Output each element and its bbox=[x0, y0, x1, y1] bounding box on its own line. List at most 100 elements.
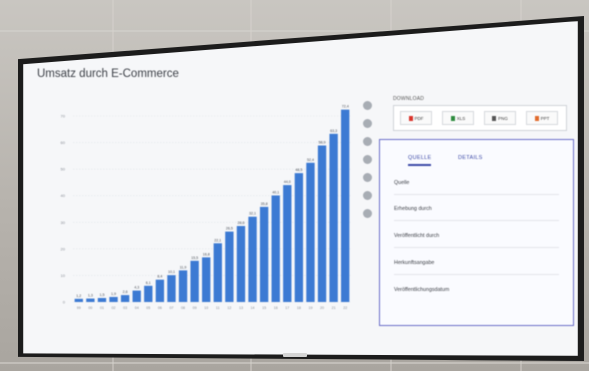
bar bbox=[225, 231, 234, 302]
x-tick-label: 06 bbox=[158, 306, 162, 310]
x-tick-label: 20 bbox=[320, 306, 324, 310]
download-pdf-button[interactable]: PDF bbox=[400, 111, 432, 125]
field-veroeffentlicht-durch: Veröffentlicht durch bbox=[394, 233, 440, 239]
bell-icon[interactable] bbox=[363, 101, 372, 110]
data-label: 8,4 bbox=[157, 275, 162, 279]
data-label: 1,9 bbox=[111, 292, 116, 296]
x-tick-label: 18 bbox=[297, 306, 301, 310]
tv-brand-logo bbox=[283, 353, 307, 357]
y-tick-label: 0 bbox=[63, 300, 66, 305]
divider bbox=[394, 220, 559, 221]
tab-quelle[interactable]: QUELLE bbox=[408, 155, 432, 161]
divider bbox=[394, 274, 559, 275]
bar bbox=[271, 195, 280, 302]
xls-icon bbox=[450, 115, 455, 121]
bar bbox=[97, 298, 107, 302]
download-label: DOWNLOAD bbox=[393, 96, 425, 102]
data-label: 48,5 bbox=[295, 168, 302, 172]
download-ppt-button[interactable]: PPT bbox=[526, 111, 558, 125]
bar bbox=[155, 279, 165, 302]
bar bbox=[202, 257, 211, 302]
bar bbox=[306, 162, 315, 302]
x-tick-label: 22 bbox=[343, 306, 347, 310]
x-tick-label: 11 bbox=[216, 306, 220, 310]
x-tick-label: 04 bbox=[135, 306, 139, 310]
ppt-icon bbox=[534, 115, 539, 121]
bar bbox=[317, 145, 327, 302]
data-label: 44,0 bbox=[284, 180, 291, 184]
bar bbox=[74, 298, 83, 302]
data-label: 35,8 bbox=[261, 202, 268, 206]
download-box: PDF XLS PNG PPT bbox=[393, 105, 567, 131]
divider bbox=[394, 194, 559, 195]
bar bbox=[178, 270, 188, 302]
download-png-button[interactable]: PNG bbox=[484, 111, 516, 125]
y-tick-label: 40 bbox=[61, 193, 66, 198]
data-label: 22,1 bbox=[214, 238, 221, 242]
y-tick-label: 10 bbox=[61, 273, 66, 278]
bar bbox=[283, 185, 292, 302]
data-label: 32,1 bbox=[249, 212, 256, 216]
x-tick-label: 01 bbox=[100, 306, 104, 310]
active-tab-indicator bbox=[408, 164, 431, 166]
bar bbox=[86, 298, 95, 302]
y-tick-label: 30 bbox=[61, 220, 66, 225]
y-tick-label: 20 bbox=[61, 246, 66, 251]
gear-icon[interactable] bbox=[363, 119, 372, 128]
x-tick-label: 12 bbox=[227, 306, 231, 310]
x-tick-label: 19 bbox=[308, 306, 312, 310]
download-xls-label: XLS bbox=[456, 115, 466, 121]
x-tick-label: 02 bbox=[112, 306, 116, 310]
data-label: 58,9 bbox=[319, 140, 326, 144]
share-icon[interactable] bbox=[363, 155, 372, 164]
download-png-label: PNG bbox=[498, 115, 508, 121]
fullscreen-icon[interactable] bbox=[363, 137, 372, 146]
data-label: 1,2 bbox=[76, 294, 81, 298]
data-label: 4,3 bbox=[134, 286, 139, 290]
bar bbox=[132, 290, 141, 302]
quote-icon[interactable] bbox=[363, 173, 372, 182]
bar bbox=[248, 216, 257, 302]
tab-details[interactable]: DETAILS bbox=[458, 155, 483, 161]
data-label: 52,4 bbox=[307, 158, 314, 162]
bar bbox=[259, 206, 269, 302]
bar bbox=[109, 296, 118, 302]
x-tick-label: 15 bbox=[262, 306, 266, 310]
bar bbox=[120, 295, 130, 302]
x-tick-label: 14 bbox=[251, 306, 255, 310]
bar bbox=[341, 109, 350, 302]
x-tick-label: 99 bbox=[77, 306, 81, 310]
data-label: 63,3 bbox=[330, 129, 337, 133]
y-tick-label: 70 bbox=[61, 114, 66, 119]
download-pdf-label: PDF bbox=[414, 115, 424, 121]
x-tick-label: 03 bbox=[123, 306, 127, 310]
data-label: 72,4 bbox=[342, 105, 349, 109]
print-icon[interactable] bbox=[363, 209, 372, 218]
x-tick-label: 00 bbox=[88, 306, 92, 310]
x-tick-label: 21 bbox=[332, 306, 336, 310]
download-xls-button[interactable]: XLS bbox=[442, 111, 474, 125]
data-label: 28,6 bbox=[237, 221, 244, 225]
bar bbox=[213, 243, 222, 302]
field-quelle: Quelle bbox=[394, 180, 410, 186]
png-icon bbox=[492, 115, 497, 121]
bar bbox=[167, 275, 176, 302]
field-erhebung-durch: Erhebung durch bbox=[394, 206, 432, 212]
source-panel: QUELLE DETAILS Quelle Erhebung durch Ver… bbox=[379, 139, 574, 326]
data-label: 2,6 bbox=[123, 290, 128, 294]
field-herkunftsangabe: Herkunftsangabe bbox=[394, 260, 435, 266]
info-icon[interactable] bbox=[363, 191, 372, 200]
x-tick-label: 16 bbox=[274, 306, 278, 310]
y-tick-label: 50 bbox=[61, 167, 66, 172]
bar bbox=[144, 285, 153, 302]
data-label: 11,9 bbox=[180, 265, 187, 269]
y-tick-label: 60 bbox=[61, 140, 66, 145]
data-label: 26,5 bbox=[226, 227, 233, 231]
chart-toolbar bbox=[363, 101, 377, 218]
field-veroeffentlichungsdatum: Veröffentlichungsdatum bbox=[394, 287, 450, 293]
bar bbox=[329, 133, 338, 302]
download-ppt-label: PPT bbox=[540, 115, 550, 121]
data-label: 10,1 bbox=[168, 270, 175, 274]
divider bbox=[394, 247, 559, 248]
data-label: 1,5 bbox=[99, 293, 104, 297]
